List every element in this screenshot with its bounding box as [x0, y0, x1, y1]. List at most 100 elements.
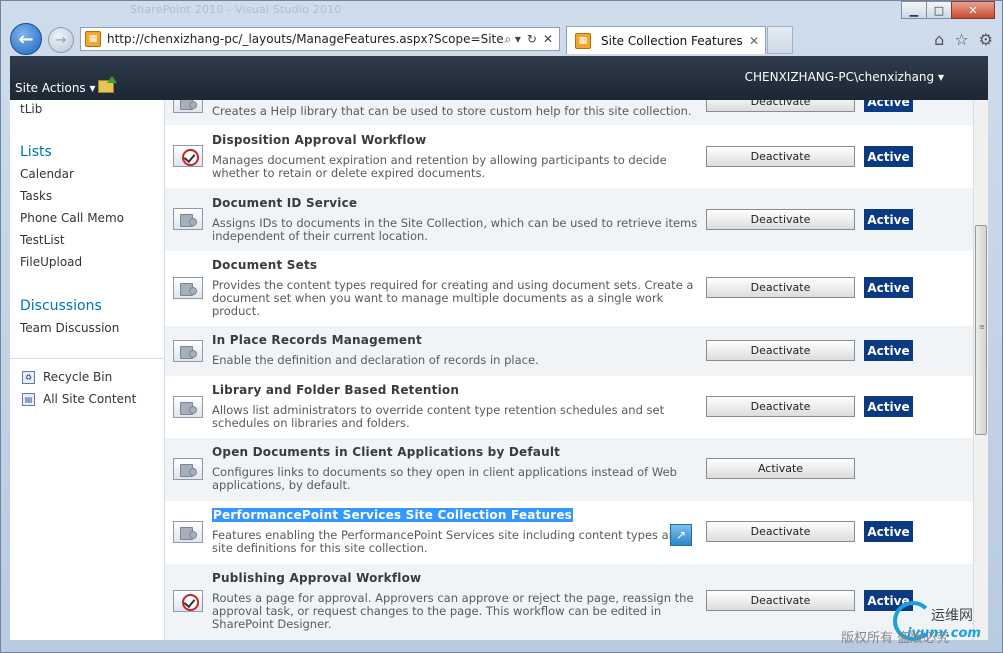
feature-description: Provides the content types required for … [212, 278, 694, 318]
home-icon[interactable]: ⌂ [934, 30, 944, 49]
puzzle-icon [173, 100, 203, 113]
favorites-star-icon[interactable]: ☆ [954, 30, 968, 49]
all-site-content-icon: ▤ [22, 392, 35, 406]
activate-button[interactable]: Activate [706, 458, 855, 479]
puzzle-icon [173, 396, 203, 418]
feature-title-selected[interactable]: PerformancePoint Services Site Collectio… [212, 508, 574, 522]
forward-arrow-icon[interactable]: → [48, 27, 74, 53]
window-controls: ▁ □ ✕ [901, 1, 995, 19]
feature-description: Routes a page for approval. Approvers ca… [212, 591, 694, 631]
feature-description: Enable the definition and declaration of… [212, 353, 539, 367]
site-actions-menu[interactable]: Site Actions ▾ [15, 81, 96, 95]
window-title-bar: SharePoint 2010 - Visual Studio 2010 ▁ □… [0, 0, 1003, 20]
maximize-button[interactable]: □ [926, 1, 952, 19]
deactivate-button[interactable]: Deactivate [706, 100, 855, 112]
status-badge: Active [864, 521, 913, 542]
puzzle-icon [173, 208, 203, 230]
sidebar-item-partial[interactable]: tLib [20, 102, 42, 116]
status-badge: Active [864, 100, 913, 112]
deactivate-button[interactable]: Deactivate [706, 340, 855, 361]
feature-row: In Place Records Management Enable the d… [165, 326, 973, 376]
puzzle-icon [173, 521, 203, 543]
stop-icon[interactable]: ✕ [543, 32, 553, 47]
feature-description: Assigns IDs to documents in the Site Col… [212, 216, 698, 243]
user-menu[interactable]: CHENXIZHANG-PC\chenxizhang ▾ [745, 70, 944, 84]
recycle-bin-label: Recycle Bin [43, 370, 113, 384]
workflow-icon [173, 145, 203, 167]
new-tab-button[interactable] [767, 26, 793, 54]
tab-favicon-icon: ▦ [575, 32, 591, 49]
tab-close-icon[interactable]: ✕ [749, 34, 759, 48]
sidebar-item-fileupload[interactable]: FileUpload [20, 255, 82, 269]
vertical-scrollbar[interactable]: ≡ [973, 100, 988, 640]
puzzle-icon [173, 458, 203, 480]
minimize-button[interactable]: ▁ [901, 1, 927, 19]
feature-row: Open Documents in Client Applications by… [165, 438, 973, 501]
sidebar-header-lists[interactable]: Lists [20, 144, 52, 160]
search-dropdown-icon[interactable]: ⌕ ▾ [504, 32, 521, 47]
feature-row: Document Sets Provides the content types… [165, 251, 973, 326]
deactivate-button[interactable]: Deactivate [706, 590, 855, 611]
watermark-copyright: 版权所有 盗版必究 [841, 631, 950, 646]
feature-row: Document ID Service Assigns IDs to docum… [165, 188, 973, 251]
back-arrow-icon[interactable]: ← [10, 23, 42, 55]
sidebar-item-calendar[interactable]: Calendar [20, 167, 74, 181]
feature-description: Features enabling the PerformancePoint S… [212, 528, 684, 555]
status-badge: Active [864, 277, 913, 298]
deactivate-button[interactable]: Deactivate [706, 396, 855, 417]
refresh-icon[interactable]: ↻ [527, 32, 537, 47]
sidebar-all-site-content[interactable]: ▤ All Site Content [22, 392, 136, 406]
feature-title: Library and Folder Based Retention [212, 383, 460, 397]
sidebar-item-tasks[interactable]: Tasks [20, 189, 52, 203]
sidebar-item-testlist[interactable]: TestList [20, 233, 65, 247]
window-title: SharePoint 2010 - Visual Studio 2010 [130, 3, 342, 16]
recycle-bin-icon: ♻ [22, 370, 35, 384]
status-badge: Active [864, 396, 913, 417]
address-tools: ⌕ ▾ ↻ ✕ [504, 32, 553, 47]
feature-title: In Place Records Management [212, 333, 422, 347]
status-badge: Active [864, 340, 913, 361]
feature-row: Creates a Help library that can be used … [165, 100, 973, 125]
status-badge: Active [864, 146, 913, 167]
feature-row: Disposition Approval Workflow Manages do… [165, 125, 973, 188]
deactivate-button[interactable]: Deactivate [706, 209, 855, 230]
close-window-button[interactable]: ✕ [951, 1, 995, 19]
all-site-content-label: All Site Content [43, 392, 137, 406]
sidebar-divider [10, 358, 164, 359]
feature-title: Publishing Approval Workflow [212, 571, 422, 585]
feature-description: Allows list administrators to override c… [212, 403, 665, 430]
features-list: Creates a Help library that can be used … [165, 100, 973, 640]
tab-site-collection-features[interactable]: ▦ Site Collection Features ✕ [566, 26, 766, 54]
feature-row: PerformancePoint Services Site Collectio… [165, 501, 973, 564]
sidebar-header-discussions[interactable]: Discussions [20, 298, 102, 314]
address-bar[interactable]: ▦ http://chenxizhang-pc/_layouts/ManageF… [80, 27, 560, 51]
sharepoint-favicon-icon: ▦ [85, 31, 101, 47]
browser-nav-row: ← → ▦ http://chenxizhang-pc/_layouts/Man… [0, 20, 1003, 56]
navigate-up-folder-icon[interactable] [98, 76, 117, 93]
sharepoint-ribbon-bar: Site Actions ▾ CHENXIZHANG-PC\chenxizhan… [10, 56, 988, 100]
feature-title: Document ID Service [212, 196, 358, 210]
sidebar-item-phone-call-memo[interactable]: Phone Call Memo [20, 211, 124, 225]
feature-description: Configures links to documents so they op… [212, 465, 677, 492]
deactivate-button[interactable]: Deactivate [706, 146, 855, 167]
external-link-icon[interactable]: ↗ [670, 524, 692, 546]
deactivate-button[interactable]: Deactivate [706, 521, 855, 542]
feature-description: Creates a Help library that can be used … [212, 104, 692, 118]
watermark: 运维网 iyunv.com 版权所有 盗版必究 [841, 601, 993, 651]
watermark-text: 运维网 [931, 608, 973, 624]
sidebar-item-team-discussion[interactable]: Team Discussion [20, 321, 119, 335]
sidebar-recycle-bin[interactable]: ♻ Recycle Bin [22, 370, 112, 384]
feature-title: Disposition Approval Workflow [212, 133, 427, 147]
feature-title: Open Documents in Client Applications by… [212, 445, 561, 459]
workflow-icon [173, 590, 203, 612]
puzzle-icon [173, 340, 203, 362]
status-badge: Active [864, 209, 913, 230]
scroll-grip-icon: ≡ [979, 323, 985, 331]
tab-label: Site Collection Features [601, 33, 743, 48]
scrollbar-thumb[interactable]: ≡ [975, 225, 987, 435]
tools-gear-icon[interactable]: ⚙ [979, 30, 993, 49]
browser-toolbar-icons: ⌂ ☆ ⚙ [934, 30, 993, 49]
url-text[interactable]: http://chenxizhang-pc/_layouts/ManageFea… [107, 32, 504, 46]
deactivate-button[interactable]: Deactivate [706, 277, 855, 298]
puzzle-icon [173, 277, 203, 299]
